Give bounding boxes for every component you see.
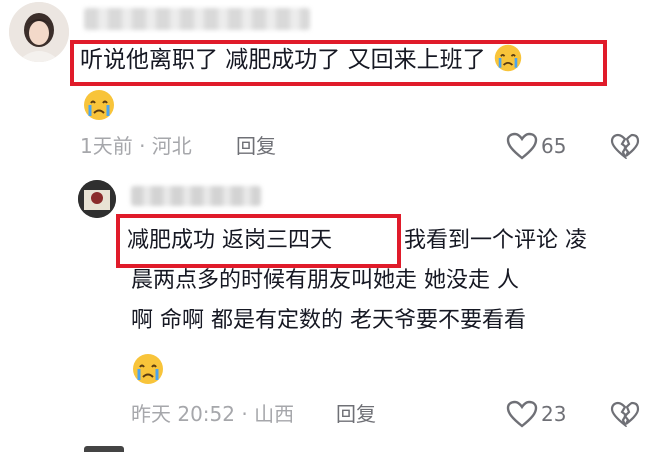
dislike-broken-heart-icon[interactable] [610, 133, 640, 159]
commenter-avatar[interactable] [9, 2, 69, 62]
dislike-broken-heart-icon[interactable] [610, 401, 640, 427]
commenter-name-blurred[interactable] [84, 8, 310, 30]
reply-meta: 昨天 20:52 · 山西 [131, 402, 295, 426]
crying-face-emoji-icon [84, 90, 114, 120]
comment-text: 听说他离职了 减肥成功了 又回来上班了 [80, 41, 523, 79]
reply-button[interactable]: 回复 [236, 132, 276, 160]
reply-button[interactable]: 回复 [336, 400, 376, 428]
crying-face-emoji-icon [494, 44, 522, 72]
reply-commenter-name-blurred[interactable] [131, 186, 261, 206]
next-avatar-partial [84, 446, 124, 452]
reply-text-line1: 我看到一个评论 凌 [404, 228, 587, 253]
reply-text-line3: 啊 命啊 都是有定数的 老天爷要不要看看 [131, 308, 526, 333]
crying-face-emoji-icon [133, 354, 163, 384]
like-count: 23 [541, 402, 567, 426]
reply-commenter-avatar[interactable] [78, 180, 116, 218]
comment-meta: 1天前 · 河北 [80, 134, 192, 158]
reply-highlight-text: 减肥成功 返岗三四天 [127, 228, 332, 253]
heart-icon[interactable] [506, 132, 538, 160]
heart-icon[interactable] [506, 400, 538, 428]
reply-text-line2: 晨两点多的时候有朋友叫她走 她没走 人 [131, 268, 519, 293]
like-count: 65 [541, 134, 567, 158]
